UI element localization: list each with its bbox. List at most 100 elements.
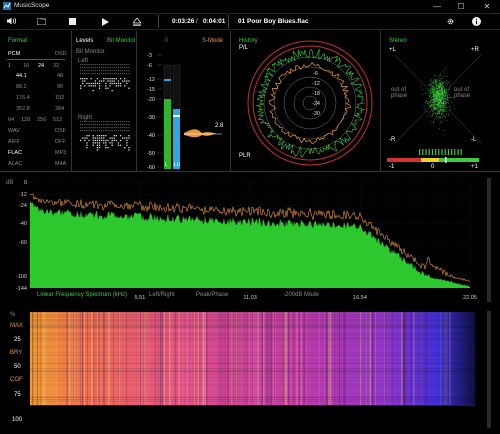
tick-cof: COF <box>10 377 23 383</box>
level-scale-tick: -3 <box>147 53 152 59</box>
minimize-button[interactable]: — <box>428 0 446 13</box>
rate-88: 88.2 <box>16 84 27 90</box>
dsd-256: 256 <box>37 117 47 123</box>
spectrum-mode-label[interactable]: Linear Frequency Spectrum (kHz) <box>37 292 127 298</box>
close-button[interactable]: ✕ <box>478 0 496 13</box>
level-scale-tick: -6 <box>147 63 152 69</box>
dff-label: DFF <box>55 139 66 145</box>
rate-44: 44.1 <box>16 73 27 79</box>
spectrum-y-tick: -60 <box>19 240 27 246</box>
stereo-scope <box>394 54 482 144</box>
spectrum-panel: dB 0 -12 -24 -40 -60 -100 -144 5.51 11.03 16.54 2… <box>0 172 500 307</box>
bit-monitor-toggle[interactable]: Bit Monitor <box>107 38 136 44</box>
dsd-label: DSD <box>55 51 67 57</box>
ring-18: -18 <box>312 91 320 97</box>
m4a-label: M4A <box>55 161 67 167</box>
flac-label: FLAC <box>8 150 23 156</box>
history-panel: History P/L PLR -6 -12 -18 -24 -30 <box>231 31 380 171</box>
bits-24: 24 <box>38 63 45 69</box>
current-time: 0:03:26 <box>172 18 195 25</box>
spectrum-y-tick: 0 <box>24 180 27 186</box>
spectrum-y-tick: -24 <box>19 203 27 209</box>
stereo-panel: Stereo +L +R -R -L out of phase out of p… <box>381 31 500 171</box>
levels-panel: Levels Bit Monitor Bit Monitor Left Righ… <box>72 31 230 171</box>
bit-monitor-label: Bit Monitor <box>76 49 105 55</box>
ring-30: -30 <box>312 111 320 117</box>
spectrum-chart: 0 -12 -24 -40 -60 -100 -144 5.51 11.03 16.54 22.0… <box>16 180 477 301</box>
spectrum-y-tick: -40 <box>19 221 27 227</box>
spectrum-x-tick: 5.51 <box>135 295 146 301</box>
peak-value: 2.8 <box>215 123 224 129</box>
history-radar: -6 -12 -18 -24 -30 <box>247 40 373 166</box>
level-scale-tick: -15 <box>147 87 155 93</box>
rate-48: 48 <box>57 73 64 79</box>
levels-title: Levels <box>76 38 94 44</box>
ring-12: -12 <box>312 81 320 87</box>
total-time: 0:04:01 <box>203 18 226 25</box>
level-scale-tick: -30 <box>147 115 155 121</box>
dsd-512: 512 <box>53 117 63 123</box>
spectrum-scrollbar[interactable] <box>487 178 491 302</box>
level-scale-tick: -40 <box>147 133 155 139</box>
app-icon <box>3 2 11 10</box>
format-panel: Format PCM DSD 1 16 24 32 44.1 88.2 176.… <box>0 31 72 171</box>
balance-center-label: 0 <box>431 164 435 170</box>
track-name: 01 Poor Boy Blues.flac <box>238 18 309 25</box>
toolbar: 0:03:26 / 0:04:01 01 Poor Boy Blues.flac <box>0 14 500 30</box>
level-meter: -3-6-12-15-20-30-40-50-60 2.8 L LU <box>147 53 224 171</box>
level-scale-tick: -20 <box>147 97 155 103</box>
bits-1: 1 <box>8 63 12 69</box>
tick-max: MAX <box>10 323 24 329</box>
bits-32: 32 <box>53 63 60 69</box>
info-icon[interactable] <box>467 14 485 29</box>
db200-mode-option[interactable]: -200dB Mode <box>283 292 319 298</box>
wav-label: WAV <box>8 128 20 134</box>
spectrum-y-tick: -12 <box>19 192 27 198</box>
title-bar: MusicScope — ☐ ✕ <box>0 0 500 14</box>
tick-75: 75 <box>14 392 21 398</box>
rate-352: 352.8 <box>16 106 30 112</box>
tick-50: 50 <box>14 364 21 370</box>
spectrum-x-tick: 16.54 <box>353 295 367 301</box>
phase-correlation-ticks <box>419 149 462 155</box>
percent-label: % <box>10 312 16 318</box>
level-scale-tick: -50 <box>147 151 155 157</box>
left-right-option[interactable]: Left/Right <box>149 292 175 298</box>
play-icon[interactable] <box>96 14 114 29</box>
balance-left-label: -1 <box>389 164 395 170</box>
dsf-label: DSF <box>55 128 66 134</box>
spectrum-x-tick: 11.03 <box>243 295 256 301</box>
ring-6: -6 <box>313 71 318 77</box>
rate-384: 384 <box>55 106 65 112</box>
bit-monitor-grid <box>80 64 130 151</box>
balance-meter <box>387 157 479 163</box>
maximize-button[interactable]: ☐ <box>452 0 470 13</box>
separator <box>158 15 159 28</box>
spectrogram-scrollbar[interactable] <box>487 311 491 428</box>
window-title: MusicScope <box>14 2 50 9</box>
level-top-mark: 0 <box>165 38 169 44</box>
eject-icon[interactable] <box>128 14 146 29</box>
rate-192: 192 <box>55 95 65 101</box>
stop-icon[interactable] <box>63 14 81 29</box>
dsd-64: 64 <box>8 117 15 123</box>
open-folder-icon[interactable] <box>32 14 50 29</box>
s-mode-label[interactable]: S-Mode <box>202 38 223 44</box>
peak-phase-option[interactable]: Peak/Phase <box>196 292 228 298</box>
bits-16: 16 <box>23 63 30 69</box>
spectrum-y-tick: -144 <box>16 286 27 292</box>
spectrum-x-tick: 22.05 <box>463 295 477 301</box>
dsd-128: 128 <box>21 117 31 123</box>
spectrum-y-tick: -100 <box>16 274 27 280</box>
tick-bry: BRY <box>10 350 23 356</box>
bar-right-label: LU <box>174 162 181 168</box>
stereo-title: Stereo <box>389 38 407 44</box>
balance-right-label: +1 <box>471 164 478 170</box>
rate-176: 176.4 <box>16 95 30 101</box>
settings-gear-icon[interactable] <box>441 14 459 29</box>
volume-icon[interactable] <box>2 14 20 29</box>
ring-24: -24 <box>312 101 320 107</box>
pcm-label: PCM <box>8 51 21 57</box>
aiff-label: AIFF <box>8 139 20 145</box>
bar-left-label: L <box>165 162 168 168</box>
